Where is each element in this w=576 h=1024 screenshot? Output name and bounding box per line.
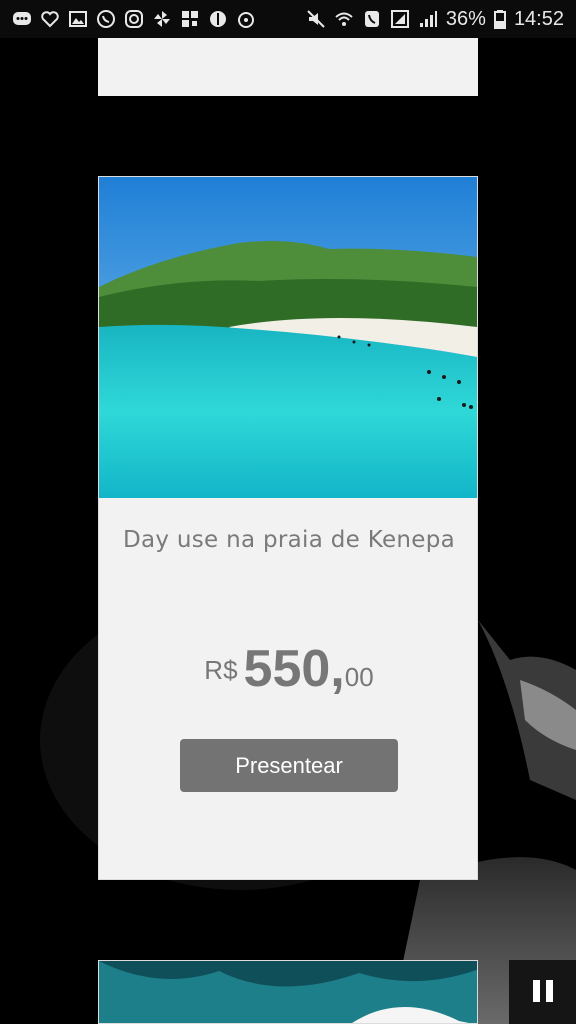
product-price: R$ 550,00 bbox=[99, 639, 479, 699]
qr-app-icon bbox=[180, 9, 200, 29]
clock: 14:52 bbox=[513, 7, 564, 30]
price-currency: R$ bbox=[204, 655, 238, 685]
chat-bubble-icon bbox=[12, 9, 32, 29]
pinwheel-icon bbox=[152, 9, 172, 29]
status-bar-notifications bbox=[12, 9, 256, 29]
mute-icon bbox=[306, 9, 326, 29]
cell-signal-icon bbox=[418, 9, 438, 29]
next-product-card[interactable] bbox=[98, 960, 478, 1024]
phone-icon bbox=[362, 9, 382, 29]
signal-box-icon bbox=[390, 9, 410, 29]
next-product-image bbox=[99, 961, 477, 1023]
gift-button[interactable]: Presentear bbox=[180, 739, 398, 792]
pause-icon bbox=[531, 978, 555, 1007]
battery-percent: 36% bbox=[445, 7, 486, 30]
status-bar: 36% 14:52 bbox=[0, 0, 576, 38]
image-icon bbox=[68, 9, 88, 29]
battery-icon bbox=[493, 9, 506, 29]
product-card: Day use na praia de Kenepa R$ 550,00 Pres… bbox=[98, 176, 478, 880]
instagram-icon bbox=[124, 9, 144, 29]
wifi-icon bbox=[334, 9, 354, 29]
app-circle-icon bbox=[208, 9, 228, 29]
whatsapp-icon bbox=[96, 9, 116, 29]
pause-button[interactable] bbox=[509, 960, 576, 1024]
price-cents: 00 bbox=[344, 662, 374, 692]
heart-icon bbox=[40, 9, 60, 29]
price-whole: 550, bbox=[243, 640, 345, 698]
product-image bbox=[99, 177, 477, 498]
product-title: Day use na praia de Kenepa bbox=[122, 527, 456, 553]
status-bar-system: 36% 14:52 bbox=[306, 8, 564, 31]
timer-icon bbox=[236, 9, 256, 29]
previous-product-card bbox=[98, 38, 478, 96]
